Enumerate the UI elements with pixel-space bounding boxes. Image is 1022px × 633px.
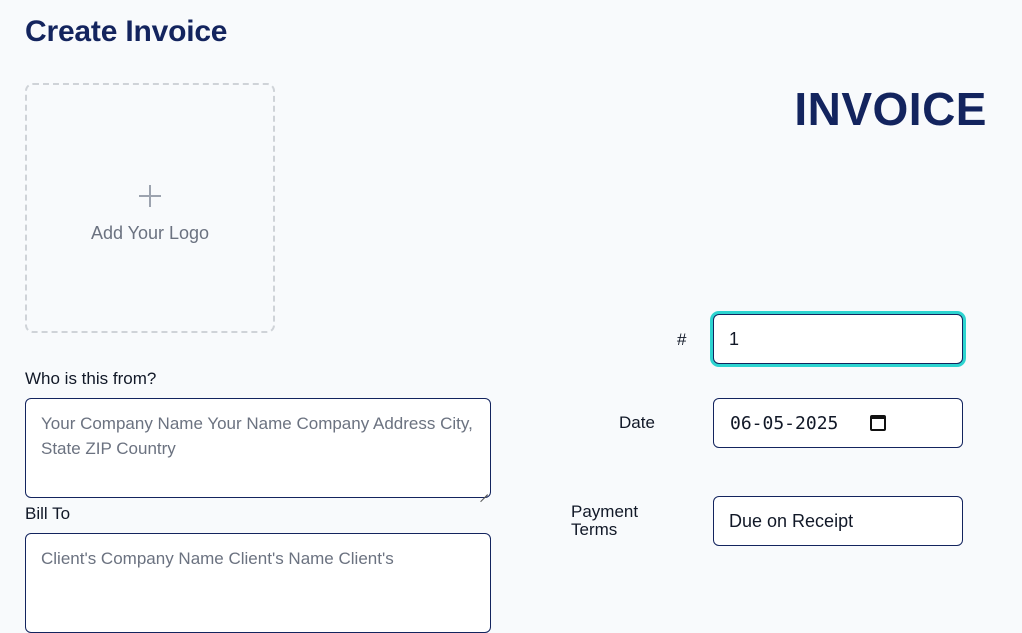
payment-terms-input[interactable] — [713, 496, 963, 546]
invoice-heading: INVOICE — [794, 83, 987, 135]
bill-to-textarea[interactable] — [25, 533, 491, 633]
date-label: Date — [619, 413, 655, 432]
payment-terms-label: Payment Terms — [571, 503, 638, 539]
page-title: Create Invoice — [25, 15, 228, 48]
invoice-number-input[interactable] — [713, 314, 963, 364]
date-input[interactable]: 06-05-2025 — [713, 398, 963, 448]
add-logo-dropzone[interactable]: Add Your Logo — [25, 83, 275, 333]
from-textarea[interactable] — [25, 398, 491, 498]
add-logo-label: Add Your Logo — [90, 222, 210, 243]
resize-grip[interactable] — [479, 486, 489, 496]
payment-terms-label-line1: Payment — [571, 502, 639, 521]
from-label: Who is this from? — [25, 369, 157, 388]
bill-to-label: Bill To — [25, 504, 71, 523]
plus-icon — [139, 184, 161, 207]
date-value: 06-05-2025 — [730, 412, 839, 434]
invoice-number-label: # — [677, 330, 687, 349]
payment-terms-label-line2: Terms — [571, 520, 618, 539]
calendar-icon[interactable] — [870, 415, 886, 431]
